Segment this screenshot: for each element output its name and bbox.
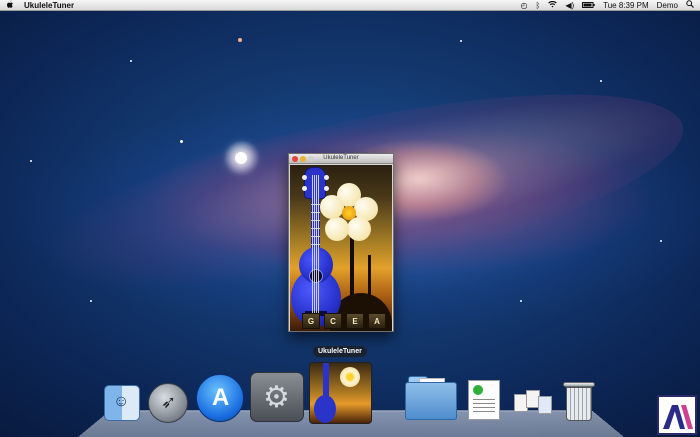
wifi-icon[interactable]: [548, 0, 558, 11]
star: [130, 60, 132, 62]
window-titlebar[interactable]: UkuleleTuner: [289, 154, 393, 164]
clock[interactable]: Tue 8:39 PM: [603, 0, 649, 11]
star: [460, 40, 462, 42]
finder-icon[interactable]: ☺: [104, 385, 140, 421]
spotlight-search-icon[interactable]: [686, 0, 694, 11]
user-menu[interactable]: Demo: [657, 0, 678, 11]
ukulele-body: [314, 395, 336, 423]
dock-tooltip: UkuleleTuner: [313, 346, 367, 357]
documents-icon[interactable]: [468, 380, 500, 420]
rocket-icon: ➶: [161, 392, 177, 412]
note-c-button[interactable]: C: [324, 313, 342, 329]
tuner-background-image: G C E A: [290, 165, 392, 331]
launchpad-icon[interactable]: ➶: [148, 383, 188, 423]
star: [235, 152, 247, 164]
battery-icon[interactable]: [582, 0, 595, 11]
star: [30, 160, 32, 162]
note-a-button[interactable]: A: [368, 313, 386, 329]
app-menu-name[interactable]: UkuleleTuner: [24, 1, 74, 10]
time-machine-icon[interactable]: ◴: [521, 0, 528, 11]
ukulele-tuner-dock-icon[interactable]: [309, 362, 372, 424]
star: [520, 300, 522, 302]
downloads-stack-icon[interactable]: [512, 388, 554, 420]
star: [180, 140, 183, 143]
finder-face-icon: ☺: [113, 393, 130, 410]
window-title: UkuleleTuner: [323, 155, 359, 161]
ukulele-neck: [323, 363, 329, 399]
applications-folder-icon[interactable]: [405, 376, 457, 420]
plumeria-flower: [320, 183, 378, 241]
menu-extras: ◴ ᛒ ◀) Tue 8:39 PM Demo: [521, 0, 694, 11]
menu-bar: UkuleleTuner ◴ ᛒ ◀) Tue 8:39 PM Demo: [0, 0, 700, 11]
note-g-button[interactable]: G: [302, 313, 320, 329]
note-e-button[interactable]: E: [346, 313, 364, 329]
bluetooth-icon[interactable]: ᛒ: [536, 0, 541, 11]
system-preferences-icon[interactable]: ⚙: [250, 372, 304, 422]
note-buttons: G C E A: [302, 313, 386, 329]
volume-icon[interactable]: ◀): [565, 0, 574, 11]
app-store-icon[interactable]: A: [196, 374, 244, 422]
ukulele-tuner-window: UkuleleTuner G C E A: [288, 153, 394, 332]
app-store-a-icon: A: [212, 384, 230, 411]
star: [600, 80, 602, 82]
watermark-logo: [657, 395, 697, 435]
star: [90, 300, 92, 302]
star: [660, 240, 662, 242]
gear-icon: ⚙: [263, 381, 290, 414]
trash-icon[interactable]: [563, 382, 595, 422]
star: [238, 38, 242, 42]
plumeria-flower: [340, 367, 360, 387]
apple-menu-icon[interactable]: [0, 0, 20, 11]
